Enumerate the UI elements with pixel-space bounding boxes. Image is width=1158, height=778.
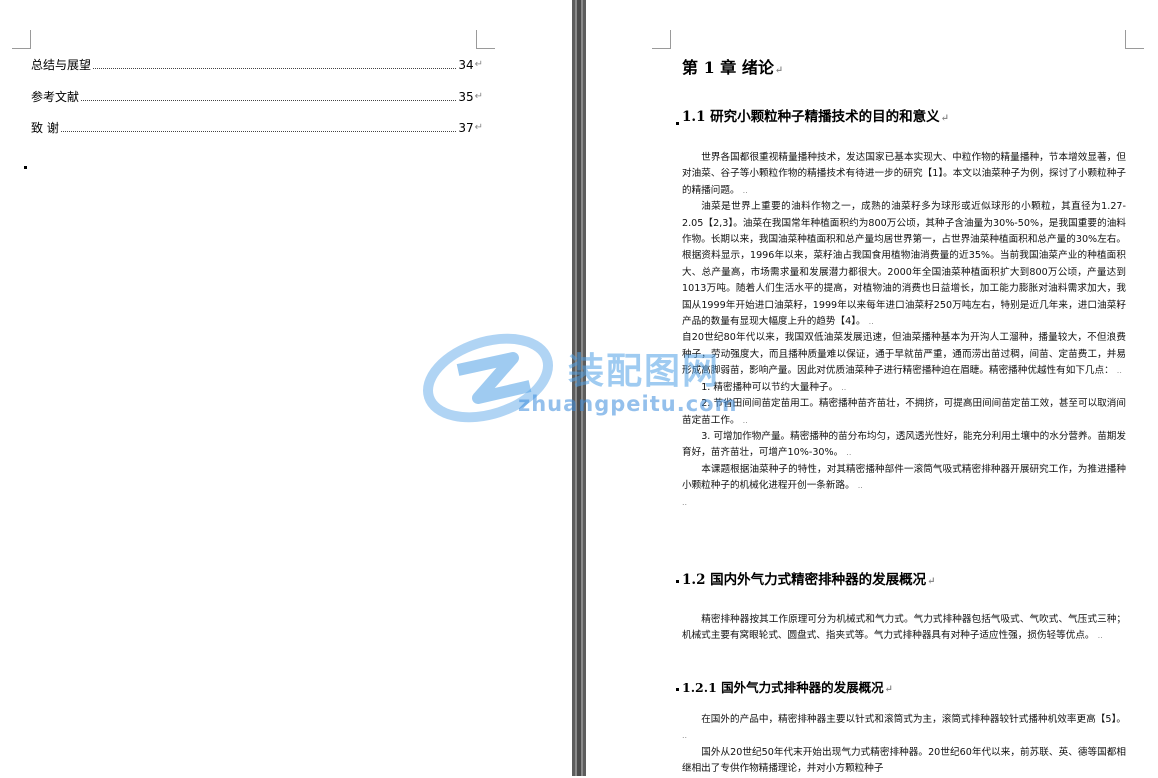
section-1-2-body: 精密排种器按其工作原理可分为机械式和气力式。气力式排种器包括气吸式、气吹式、气压… xyxy=(682,612,1126,645)
paragraph-mark: .. xyxy=(841,382,847,392)
paragraph-mark: .. xyxy=(846,448,852,458)
paragraph-text: 油菜是世界上重要的油料作物之一，成熟的油菜籽多为球形或近似球形的小颗粒，其直径为… xyxy=(682,201,1126,328)
list-item: 3. 可增加作物产量。精密播种的苗分布均匀，透风透光性好，能充分利用土壤中的水分… xyxy=(682,429,1126,462)
section-1-1-body: 世界各国都很重视精量播种技术，发达国家已基本实现大、中粒作物的精量播种，节本增效… xyxy=(682,150,1126,511)
paragraph-mark: .. xyxy=(1097,631,1103,641)
document-page-left: 总结与展望 34 ↵ 参考文献 35 ↵ 致 谢 37 ↵ xyxy=(0,0,572,776)
body-paragraph: 世界各国都很重视精量播种技术，发达国家已基本实现大、中粒作物的精量播种，节本增效… xyxy=(682,150,1126,199)
paragraph-mark: .. xyxy=(1116,366,1122,376)
paragraph-mark: ↵ xyxy=(474,59,483,70)
toc-entry-page: 37 xyxy=(458,121,474,135)
paragraph-mark: ↵ xyxy=(884,684,894,695)
paragraph-mark: .. xyxy=(682,497,688,507)
heading-marker xyxy=(676,580,679,583)
chapter-title-text: 第 1 章 绪论 xyxy=(682,58,774,77)
toc-entry-title: 致 谢 xyxy=(31,121,59,135)
section-heading-1-2: 1.2 国内外气力式精密排种器的发展概况↵ xyxy=(682,571,936,591)
empty-paragraph: .. xyxy=(682,495,1126,511)
toc-entry-title: 总结与展望 xyxy=(31,58,92,72)
list-item: 2. 节省田间间苗定苗用工。精密播种苗齐苗壮，不拥挤，可提高田间间苗定苗工效，甚… xyxy=(682,396,1126,429)
paragraph-mark: .. xyxy=(742,415,748,425)
page-gutter xyxy=(572,0,586,776)
paragraph-text: 2. 节省田间间苗定苗用工。精密播种苗齐苗壮，不拥挤，可提高田间间苗定苗工效，甚… xyxy=(682,398,1126,426)
page-corner-mark-top-left xyxy=(652,30,671,49)
paragraph-mark: ↵ xyxy=(940,113,950,124)
paragraph-text: 国外从20世纪50年代末开始出现气力式精密排种器。20世纪60年代以来，前苏联、… xyxy=(682,746,1126,775)
heading-marker xyxy=(676,688,679,691)
paragraph-mark: .. xyxy=(682,731,688,741)
paragraph-mark: ↵ xyxy=(474,91,483,102)
section-heading-text: 1.2.1 国外气力式排种器的发展概况 xyxy=(682,680,884,695)
paragraph-mark: .. xyxy=(868,317,874,327)
toc-leader-dots xyxy=(81,100,457,101)
toc-entry-page: 34 xyxy=(458,58,474,72)
body-paragraph: 精密排种器按其工作原理可分为机械式和气力式。气力式排种器包括气吸式、气吹式、气压… xyxy=(682,612,1126,645)
paragraph-text: 在国外的产品中，精密排种器主要以针式和滚筒式为主，滚筒式排种器较针式播种机效率更… xyxy=(701,714,1126,725)
body-paragraph: 国外从20世纪50年代末开始出现气力式精密排种器。20世纪60年代以来，前苏联、… xyxy=(682,745,1126,778)
section-heading-1-2-1: 1.2.1 国外气力式排种器的发展概况↵ xyxy=(682,680,893,698)
section-1-2-1-body: 在国外的产品中，精密排种器主要以针式和滚筒式为主，滚筒式排种器较针式播种机效率更… xyxy=(682,712,1126,778)
body-paragraph: 油菜是世界上重要的油料作物之一，成熟的油菜籽多为球形或近似球形的小颗粒，其直径为… xyxy=(682,199,1126,330)
paragraph-text: 3. 可增加作物产量。精密播种的苗分布均匀，透风透光性好，能充分利用土壤中的水分… xyxy=(682,430,1126,459)
paragraph-text: 世界各国都很重视精量播种技术，发达国家已基本实现大、中粒作物的精量播种，节本增效… xyxy=(682,152,1126,196)
paragraph-text: 自20世纪80年代以来，我国双低油菜发展迅速，但油菜播种基本为开沟人工溜种，播量… xyxy=(682,332,1126,377)
page-corner-mark-top-right xyxy=(476,30,495,49)
paragraph-mark: .. xyxy=(857,481,863,491)
toc-entry-title: 参考文献 xyxy=(31,90,80,104)
page-corner-mark-top-left xyxy=(12,30,31,49)
toc-leader-dots xyxy=(60,131,457,132)
paragraph-text: 本课题根据油菜种子的特性，对其精密播种部件一滚筒气吸式精密排种器开展研究工作，为… xyxy=(682,463,1126,492)
section-break-marker xyxy=(24,166,27,169)
toc-entry-references[interactable]: 参考文献 35 ↵ xyxy=(31,86,483,104)
body-paragraph: 本课题根据油菜种子的特性，对其精密播种部件一滚筒气吸式精密排种器开展研究工作，为… xyxy=(682,462,1126,495)
heading-marker xyxy=(676,122,679,125)
toc-entry-acknowledgements[interactable]: 致 谢 37 ↵ xyxy=(31,117,483,135)
paragraph-mark: .. xyxy=(742,185,748,195)
toc-entry-summary[interactable]: 总结与展望 34 ↵ xyxy=(31,54,483,72)
list-item: 1. 精密播种可以节约大量种子。 .. xyxy=(682,380,1126,396)
body-paragraph: 自20世纪80年代以来，我国双低油菜发展迅速，但油菜播种基本为开沟人工溜种，播量… xyxy=(682,330,1126,379)
page-corner-mark-top-right xyxy=(1125,30,1144,49)
paragraph-mark: ↵ xyxy=(774,65,784,76)
paragraph-mark: ↵ xyxy=(927,576,936,587)
paragraph-text: 1. 精密播种可以节约大量种子。 xyxy=(701,381,839,393)
body-paragraph: 在国外的产品中，精密排种器主要以针式和滚筒式为主，滚筒式排种器较针式播种机效率更… xyxy=(682,712,1126,745)
chapter-title: 第 1 章 绪论↵ xyxy=(682,58,783,81)
section-heading-text: 1.1 研究小颗粒种子精播技术的目的和意义 xyxy=(682,109,940,125)
paragraph-text: 精密排种器按其工作原理可分为机械式和气力式。气力式排种器包括气吸式、气吹式、气压… xyxy=(682,614,1126,642)
paragraph-mark: ↵ xyxy=(474,122,483,133)
section-heading-1-1: 1.1 研究小颗粒种子精播技术的目的和意义↵ xyxy=(682,108,949,128)
toc-leader-dots xyxy=(93,68,457,69)
section-heading-text: 1.2 国内外气力式精密排种器的发展概况 xyxy=(682,572,927,588)
toc-entry-page: 35 xyxy=(458,90,474,104)
